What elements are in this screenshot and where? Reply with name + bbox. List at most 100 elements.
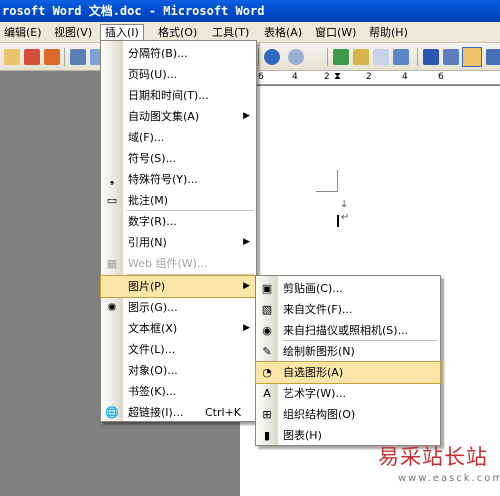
insert-table-icon[interactable] bbox=[373, 49, 389, 65]
menu-item-label: 剪贴画(C)... bbox=[283, 282, 343, 295]
menu-item-label: 文本框(X) bbox=[128, 322, 178, 335]
menu-item[interactable]: ▣ 剪贴画(C)... bbox=[256, 278, 440, 299]
menu-item[interactable]: 对象(O)... bbox=[101, 360, 256, 381]
menu-item-label: 自选图形(A) bbox=[283, 366, 344, 379]
columns-icon[interactable] bbox=[423, 49, 439, 65]
undo-icon[interactable] bbox=[264, 49, 280, 65]
menu-table[interactable]: 表格(A) bbox=[260, 24, 306, 42]
horizontal-ruler[interactable]: 6 4 2 ⧗ 2 4 6 bbox=[240, 71, 500, 85]
drawing-toggle-icon[interactable] bbox=[462, 47, 482, 67]
menu-item[interactable]: ✺ 图示(G)... bbox=[101, 297, 256, 318]
watermark: 易采站长站 www.easck.com bbox=[378, 441, 500, 496]
menu-item-label: 批注(M) bbox=[128, 194, 169, 207]
redo-icon[interactable] bbox=[288, 49, 304, 65]
down-arrow-icon: ↓ bbox=[340, 199, 349, 210]
menu-item[interactable]: 引用(N) ▶ bbox=[101, 232, 256, 253]
window-title: rosoft Word 文档.doc - Microsoft Word bbox=[2, 4, 265, 18]
menu-item[interactable]: 符号(S)... bbox=[101, 148, 256, 169]
ruler-mark: 6 bbox=[258, 72, 264, 82]
menu-item-icon bbox=[104, 342, 120, 357]
menu-item-icon bbox=[104, 363, 120, 378]
menu-item[interactable]: 书签(K)... bbox=[101, 381, 256, 402]
menu-item-label: 引用(N) bbox=[128, 236, 167, 249]
menu-item-label: 自动图文集(A) bbox=[128, 110, 200, 123]
menu-item-icon: ▧ bbox=[261, 303, 273, 316]
menu-item[interactable]: 域(F)... bbox=[101, 127, 256, 148]
menu-item-label: 文件(L)... bbox=[128, 343, 176, 356]
menu-item-label: 日期和时间(T)... bbox=[128, 89, 209, 102]
toolbar-separator bbox=[258, 48, 259, 66]
menu-item-label: 绘制新图形(N) bbox=[283, 345, 355, 358]
menu-item-label: 组织结构图(O) bbox=[283, 408, 356, 421]
menu-item-label: 域(F)... bbox=[128, 131, 165, 144]
menu-item[interactable]: A 艺术字(W)... bbox=[256, 383, 440, 404]
menu-item-icon bbox=[104, 384, 120, 399]
toolbar-separator bbox=[417, 48, 418, 66]
margin-corner-mark bbox=[316, 170, 338, 192]
menu-item-label: 书签(K)... bbox=[128, 385, 177, 398]
tables-borders-icon[interactable] bbox=[353, 49, 369, 65]
menu-item[interactable]: 文件(L)... bbox=[101, 339, 256, 360]
insert-excel-icon[interactable] bbox=[393, 49, 409, 65]
menu-item-icon bbox=[104, 130, 120, 145]
menu-item-icon bbox=[104, 235, 120, 250]
menu-help[interactable]: 帮助(H) bbox=[365, 24, 412, 42]
print-icon[interactable] bbox=[70, 49, 86, 65]
menu-item-icon bbox=[104, 88, 120, 103]
menu-window[interactable]: 窗口(W) bbox=[311, 24, 360, 42]
hyperlink-icon[interactable] bbox=[333, 49, 349, 65]
ruler-mark: 4 bbox=[402, 72, 408, 82]
menu-item[interactable]: ⊞ 组织结构图(O) bbox=[256, 404, 440, 425]
email-icon[interactable] bbox=[44, 49, 60, 65]
menu-item[interactable]: 文本框(X) ▶ bbox=[101, 318, 256, 339]
menu-item[interactable]: 日期和时间(T)... bbox=[101, 85, 256, 106]
menu-item-label: 艺术字(W)... bbox=[283, 387, 346, 400]
menu-item[interactable]: ◉ 来自扫描仪或照相机(S)... bbox=[256, 320, 440, 341]
menu-separator bbox=[127, 274, 254, 275]
title-bar: rosoft Word 文档.doc - Microsoft Word bbox=[0, 0, 500, 22]
indent-marker-icon[interactable]: ⧗ bbox=[334, 71, 341, 82]
menu-item-label: 页码(U)... bbox=[128, 68, 178, 81]
drawing-icon[interactable] bbox=[443, 49, 459, 65]
menu-item-label: 数字(R)... bbox=[128, 215, 177, 228]
permission-icon[interactable] bbox=[24, 49, 40, 65]
menu-item-label: 来自扫描仪或照相机(S)... bbox=[283, 324, 409, 337]
ruler-mark: 2 bbox=[366, 72, 372, 82]
text-cursor bbox=[337, 215, 339, 227]
submenu-arrow-icon: ▶ bbox=[243, 111, 250, 121]
menu-item[interactable]: 数字(R)... bbox=[101, 211, 256, 232]
menu-item-icon bbox=[104, 109, 120, 124]
menu-item-icon: ✺ bbox=[107, 301, 117, 314]
left-margin-area bbox=[0, 71, 100, 496]
submenu-arrow-icon: ▶ bbox=[243, 281, 250, 291]
picture-submenu: ▣ 剪贴画(C)... ▧ 来自文件(F)... ◉ 来自扫描仪或照相机(S)... ✎ 绘制… bbox=[255, 275, 441, 446]
menu-item[interactable]: 页码(U)... bbox=[101, 64, 256, 85]
menu-item-label: 分隔符(B)... bbox=[128, 47, 188, 60]
menu-item[interactable]: 自动图文集(A) ▶ bbox=[101, 106, 256, 127]
menu-item-label: 符号(S)... bbox=[128, 152, 177, 165]
save-icon[interactable] bbox=[4, 49, 20, 65]
menu-view[interactable]: 视图(V) bbox=[50, 24, 96, 42]
menu-item[interactable]: ▦ Web 组件(W)... bbox=[101, 253, 256, 274]
menu-item-label: 对象(O)... bbox=[128, 364, 178, 377]
menu-item-icon: ▦ bbox=[106, 257, 118, 270]
menu-item[interactable]: 图片(P) ▶ bbox=[100, 275, 257, 298]
menu-item-icon: ▣ bbox=[261, 282, 273, 295]
ruler-mark: 2 bbox=[324, 72, 330, 82]
menu-item[interactable]: ◔ 自选图形(A) bbox=[255, 361, 441, 384]
menu-item[interactable]: 分隔符(B)... bbox=[101, 43, 256, 64]
menu-item-label: 特殊符号(Y)... bbox=[128, 173, 198, 186]
menu-item[interactable]: ▭ 批注(M) bbox=[101, 190, 256, 211]
menu-item-label: 超链接(I)... bbox=[128, 406, 184, 419]
menu-item[interactable]: ▧ 来自文件(F)... bbox=[256, 299, 440, 320]
menu-item-icon bbox=[104, 321, 120, 336]
insert-menu: 分隔符(B)... 页码(U)... 日期和时间(T)... 自动图文集(A) ▶ 域(F… bbox=[100, 40, 257, 422]
menu-item-icon bbox=[104, 67, 120, 82]
menu-item-icon: ✎ bbox=[262, 345, 272, 358]
menu-edit[interactable]: 编辑(E) bbox=[0, 24, 46, 42]
menu-item[interactable]: 🌐 超链接(I)... Ctrl+K bbox=[101, 402, 256, 423]
menu-item-label: 图片(P) bbox=[128, 280, 166, 293]
document-map-icon[interactable] bbox=[486, 49, 500, 65]
menu-item[interactable]: ❟ 特殊符号(Y)... bbox=[101, 169, 256, 190]
menu-item[interactable]: ✎ 绘制新图形(N) bbox=[256, 341, 440, 362]
